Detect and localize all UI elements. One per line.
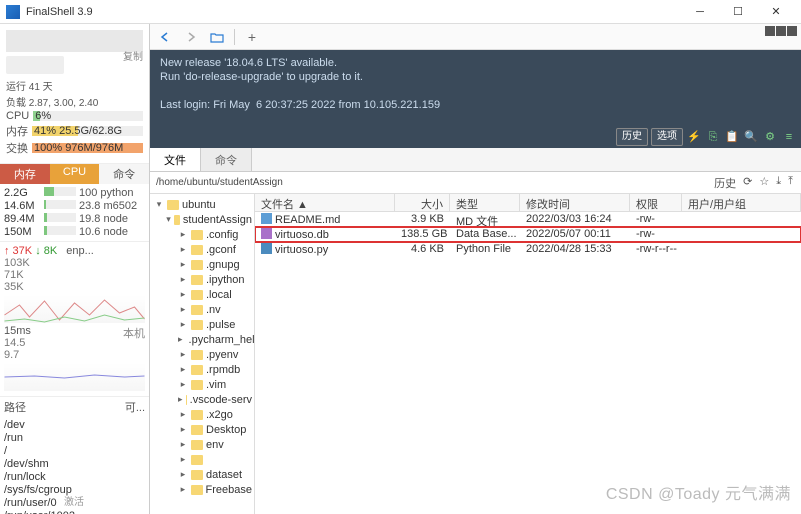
- swap-row: 交换 100% 976M/976M: [6, 140, 143, 156]
- table-row[interactable]: virtuoso.db138.5 GBData Base...2022/05/0…: [255, 227, 801, 242]
- term-history-button[interactable]: 历史: [616, 128, 648, 146]
- tree-item[interactable]: ▸.vscode-serv: [152, 392, 252, 407]
- fs-item[interactable]: /run/user/1002: [4, 510, 145, 514]
- tab-cmd[interactable]: 命令: [99, 164, 149, 184]
- gear-icon[interactable]: ⚙: [762, 130, 778, 144]
- tab-file[interactable]: 文件: [150, 148, 201, 171]
- fs-item[interactable]: /: [4, 445, 145, 458]
- terminal-output[interactable]: New release '18.04.6 LTS' available. Run…: [150, 50, 801, 148]
- back-button[interactable]: [154, 27, 176, 47]
- route-label: 路径: [4, 402, 26, 414]
- tab-memory[interactable]: 内存: [0, 164, 50, 184]
- lat-sparkline: [4, 363, 145, 391]
- pane-controls[interactable]: [765, 26, 797, 36]
- tree-item[interactable]: ▸.pulse: [152, 317, 252, 332]
- activate-text: 激活: [64, 493, 84, 508]
- tree-item[interactable]: ▸dataset: [152, 467, 252, 482]
- tree-item[interactable]: ▸.pyenv: [152, 347, 252, 362]
- close-button[interactable]: ✕: [757, 1, 795, 23]
- uptime-text: 运行 41 天: [6, 78, 143, 93]
- copy-icon[interactable]: ⎘: [705, 130, 721, 144]
- tree-item[interactable]: ▸Freebase: [152, 482, 252, 497]
- tree-item[interactable]: ▸.config: [152, 227, 252, 242]
- upload-icon[interactable]: ⤓: [774, 175, 783, 191]
- proc-tabs[interactable]: 内存 CPU 命令: [0, 164, 149, 184]
- term-options-button[interactable]: 选项: [651, 128, 683, 146]
- window-title: FinalShell 3.9: [26, 6, 681, 18]
- fs-item[interactable]: /dev: [4, 419, 145, 432]
- fs-item[interactable]: /dev/shm: [4, 458, 145, 471]
- search-icon[interactable]: 🔍: [743, 130, 759, 144]
- net-sparkline: [4, 295, 145, 323]
- tree-item[interactable]: ▸.ipython: [152, 272, 252, 287]
- tree-item[interactable]: ▸: [152, 452, 252, 467]
- app-logo: [6, 5, 20, 19]
- tab-cpu[interactable]: CPU: [50, 164, 100, 184]
- table-row[interactable]: virtuoso.py4.6 KBPython File2022/04/28 1…: [255, 242, 801, 257]
- forward-button[interactable]: [180, 27, 202, 47]
- tree-item[interactable]: ▸.pycharm_hel: [152, 332, 252, 347]
- tree-item[interactable]: ▸.gnupg: [152, 257, 252, 272]
- tree-item[interactable]: ▸.vim: [152, 377, 252, 392]
- bolt-icon[interactable]: ⚡: [686, 130, 702, 144]
- load-text: 负载 2.87, 3.00, 2.40: [6, 94, 143, 109]
- folder-icon[interactable]: [206, 27, 228, 47]
- tree-item[interactable]: ▸.nv: [152, 302, 252, 317]
- tree-item[interactable]: ▸Desktop: [152, 422, 252, 437]
- menu-icon[interactable]: ≡: [781, 130, 797, 144]
- watermark-text: CSDN @Toady 元气满满: [606, 480, 791, 504]
- copy-label[interactable]: 复制: [123, 48, 143, 63]
- net-row: ↑ 37K ↓ 8K enp...: [4, 245, 145, 257]
- paste-icon[interactable]: 📋: [724, 130, 740, 144]
- cpu-row: CPU 6%: [6, 110, 143, 122]
- tree-item[interactable]: ▾ubuntu: [152, 197, 252, 212]
- host-chip: [6, 56, 64, 74]
- tree-item[interactable]: ▾studentAssign: [152, 212, 252, 227]
- fs-item[interactable]: /run: [4, 432, 145, 445]
- tree-item[interactable]: ▸.local: [152, 287, 252, 302]
- refresh-icon[interactable]: ⟳: [741, 175, 754, 191]
- download-icon[interactable]: ⤒: [786, 175, 795, 191]
- star-icon[interactable]: ☆: [757, 175, 771, 191]
- table-header[interactable]: 文件名 ▲ 大小 类型 修改时间 权限 用户/用户组: [255, 194, 801, 212]
- tree-item[interactable]: ▸.gconf: [152, 242, 252, 257]
- tab-command[interactable]: 命令: [201, 148, 252, 171]
- mem-row: 内存 41% 25.5G/62.8G: [6, 123, 143, 139]
- folder-tree[interactable]: ▾ubuntu ▾studentAssign▸.config▸.gconf▸.g…: [150, 194, 255, 514]
- tree-item[interactable]: ▸.x2go: [152, 407, 252, 422]
- history-button[interactable]: 历史: [712, 175, 738, 191]
- tree-item[interactable]: ▸env: [152, 437, 252, 452]
- new-tab-button[interactable]: +: [241, 27, 263, 47]
- path-text[interactable]: /home/ubuntu/studentAssign: [156, 177, 708, 188]
- fs-item[interactable]: /run/lock: [4, 471, 145, 484]
- maximize-button[interactable]: ☐: [719, 1, 757, 23]
- process-list: 2.2G100 python14.6M23.8 m650289.4M19.8 n…: [0, 184, 149, 241]
- tree-item[interactable]: ▸.rpmdb: [152, 362, 252, 377]
- minimize-button[interactable]: ─: [681, 1, 719, 23]
- table-row[interactable]: README.md3.9 KBMD 文件2022/03/03 16:24-rw-: [255, 212, 801, 227]
